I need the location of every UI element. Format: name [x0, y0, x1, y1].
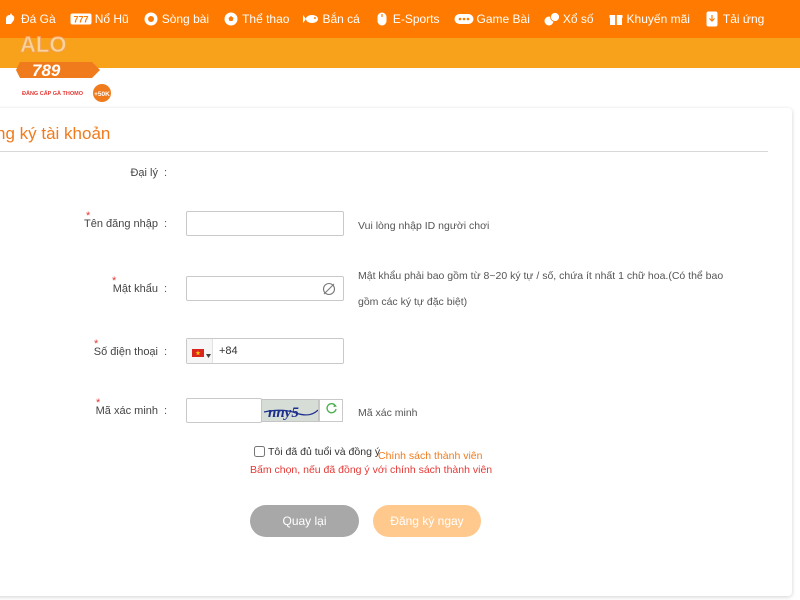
slot-icon: 777	[70, 11, 92, 27]
vietnam-flag-icon	[192, 344, 204, 362]
lottery-balls-icon	[544, 11, 560, 27]
nav-label: Khuyến mãi	[626, 12, 690, 26]
nav-label: Sòng bài	[161, 12, 210, 26]
captcha-colon: :	[164, 405, 168, 417]
logo-tagline: ĐẲNG CẤP GÀ THOMO	[22, 90, 84, 97]
agent-colon: :	[164, 167, 168, 179]
phone-label: Số điện thoại	[93, 346, 158, 358]
password-label: Mật khẩu	[112, 283, 158, 295]
nav-item-khuyen-mai[interactable]: Khuyến mãi	[608, 11, 690, 27]
nav-item-no-hu[interactable]: 777 Nổ Hũ	[70, 11, 129, 27]
logo-text-top: ALO	[20, 36, 66, 57]
nav-label: Bắn cá	[322, 12, 360, 26]
phone-colon: :	[164, 346, 168, 358]
agree-error: Bấm chọn, nếu đã đồng ý với chính sách t…	[250, 464, 493, 476]
country-selector[interactable]	[187, 339, 213, 363]
nav-item-ban-ca[interactable]: Bắn cá	[303, 11, 360, 27]
mouse-icon	[374, 11, 390, 27]
logo-text-main: 789	[32, 61, 61, 80]
captcha-image[interactable]: nny5	[261, 399, 319, 422]
gamepad-icon	[454, 11, 474, 27]
username-hint: Vui lòng nhập ID người chơi	[358, 220, 490, 232]
nav-item-game-bai[interactable]: Game Bài	[454, 11, 530, 27]
soccer-ball-icon	[223, 11, 239, 27]
gift-icon	[608, 11, 624, 27]
nav-item-tai-ung[interactable]: Tải ứng	[704, 11, 764, 27]
back-button[interactable]: Quay lại	[250, 505, 359, 537]
username-colon: :	[164, 218, 168, 230]
header-stripe	[0, 38, 800, 68]
refresh-icon	[325, 402, 338, 420]
title-divider	[0, 151, 768, 152]
password-hint-line2: gồm các ký tự đặc biệt)	[358, 296, 468, 308]
eye-toggle-icon[interactable]	[322, 282, 336, 301]
username-input[interactable]	[186, 211, 344, 236]
chevron-down-icon	[206, 345, 211, 363]
password-input[interactable]	[186, 276, 344, 301]
rooster-icon	[2, 11, 18, 27]
poker-chip-icon	[143, 11, 159, 27]
top-nav: Đá Gà 777 Nổ Hũ Sòng bài Thể thao Bắn cá…	[0, 0, 800, 38]
nav-label: E-Sports	[392, 12, 440, 26]
register-button[interactable]: Đăng ký ngay	[373, 505, 481, 537]
nav-item-the-thao[interactable]: Thể thao	[223, 11, 289, 27]
nav-label: Đá Gà	[21, 12, 56, 26]
nav-label: Tải ứng	[722, 12, 765, 26]
captcha-label: Mã xác minh	[95, 405, 158, 417]
nav-label: Game Bài	[476, 12, 530, 26]
nav-item-da-ga[interactable]: Đá Gà	[2, 11, 56, 27]
site-logo[interactable]: ALO 789 +50K ĐẲNG CẤP GÀ THOMO	[2, 32, 112, 104]
agree-text: Tôi đã đủ tuổi và đồng ý	[268, 446, 381, 458]
download-app-icon	[704, 11, 720, 27]
password-colon: :	[164, 283, 168, 295]
nav-label: Nổ Hũ	[94, 12, 129, 26]
page-title: ng ký tài khoản	[0, 124, 111, 143]
nav-item-xo-so[interactable]: Xổ số	[544, 11, 594, 27]
nav-label: Thể thao	[242, 12, 290, 26]
fish-icon	[303, 11, 319, 27]
nav-label: Xổ số	[562, 12, 594, 26]
captcha-input[interactable]	[186, 398, 262, 423]
phone-input[interactable]: +84	[186, 338, 344, 364]
username-label: Tên đăng nhập	[83, 218, 158, 230]
phone-value: +84	[219, 345, 238, 357]
agree-checkbox[interactable]	[254, 446, 265, 457]
password-hint-line1: Mật khẩu phải bao gồm từ 8~20 ký tự / số…	[358, 270, 724, 282]
nav-item-esports[interactable]: E-Sports	[374, 11, 440, 27]
nav-item-song-bai[interactable]: Sòng bài	[143, 11, 209, 27]
logo-badge: +50K	[94, 91, 110, 98]
refresh-captcha-button[interactable]	[319, 399, 343, 422]
agent-label: Đại lý	[130, 167, 158, 179]
svg-text:777: 777	[73, 15, 88, 25]
member-policy-link[interactable]: Chính sách thành viên	[378, 450, 483, 462]
captcha-hint: Mã xác minh	[358, 407, 418, 419]
